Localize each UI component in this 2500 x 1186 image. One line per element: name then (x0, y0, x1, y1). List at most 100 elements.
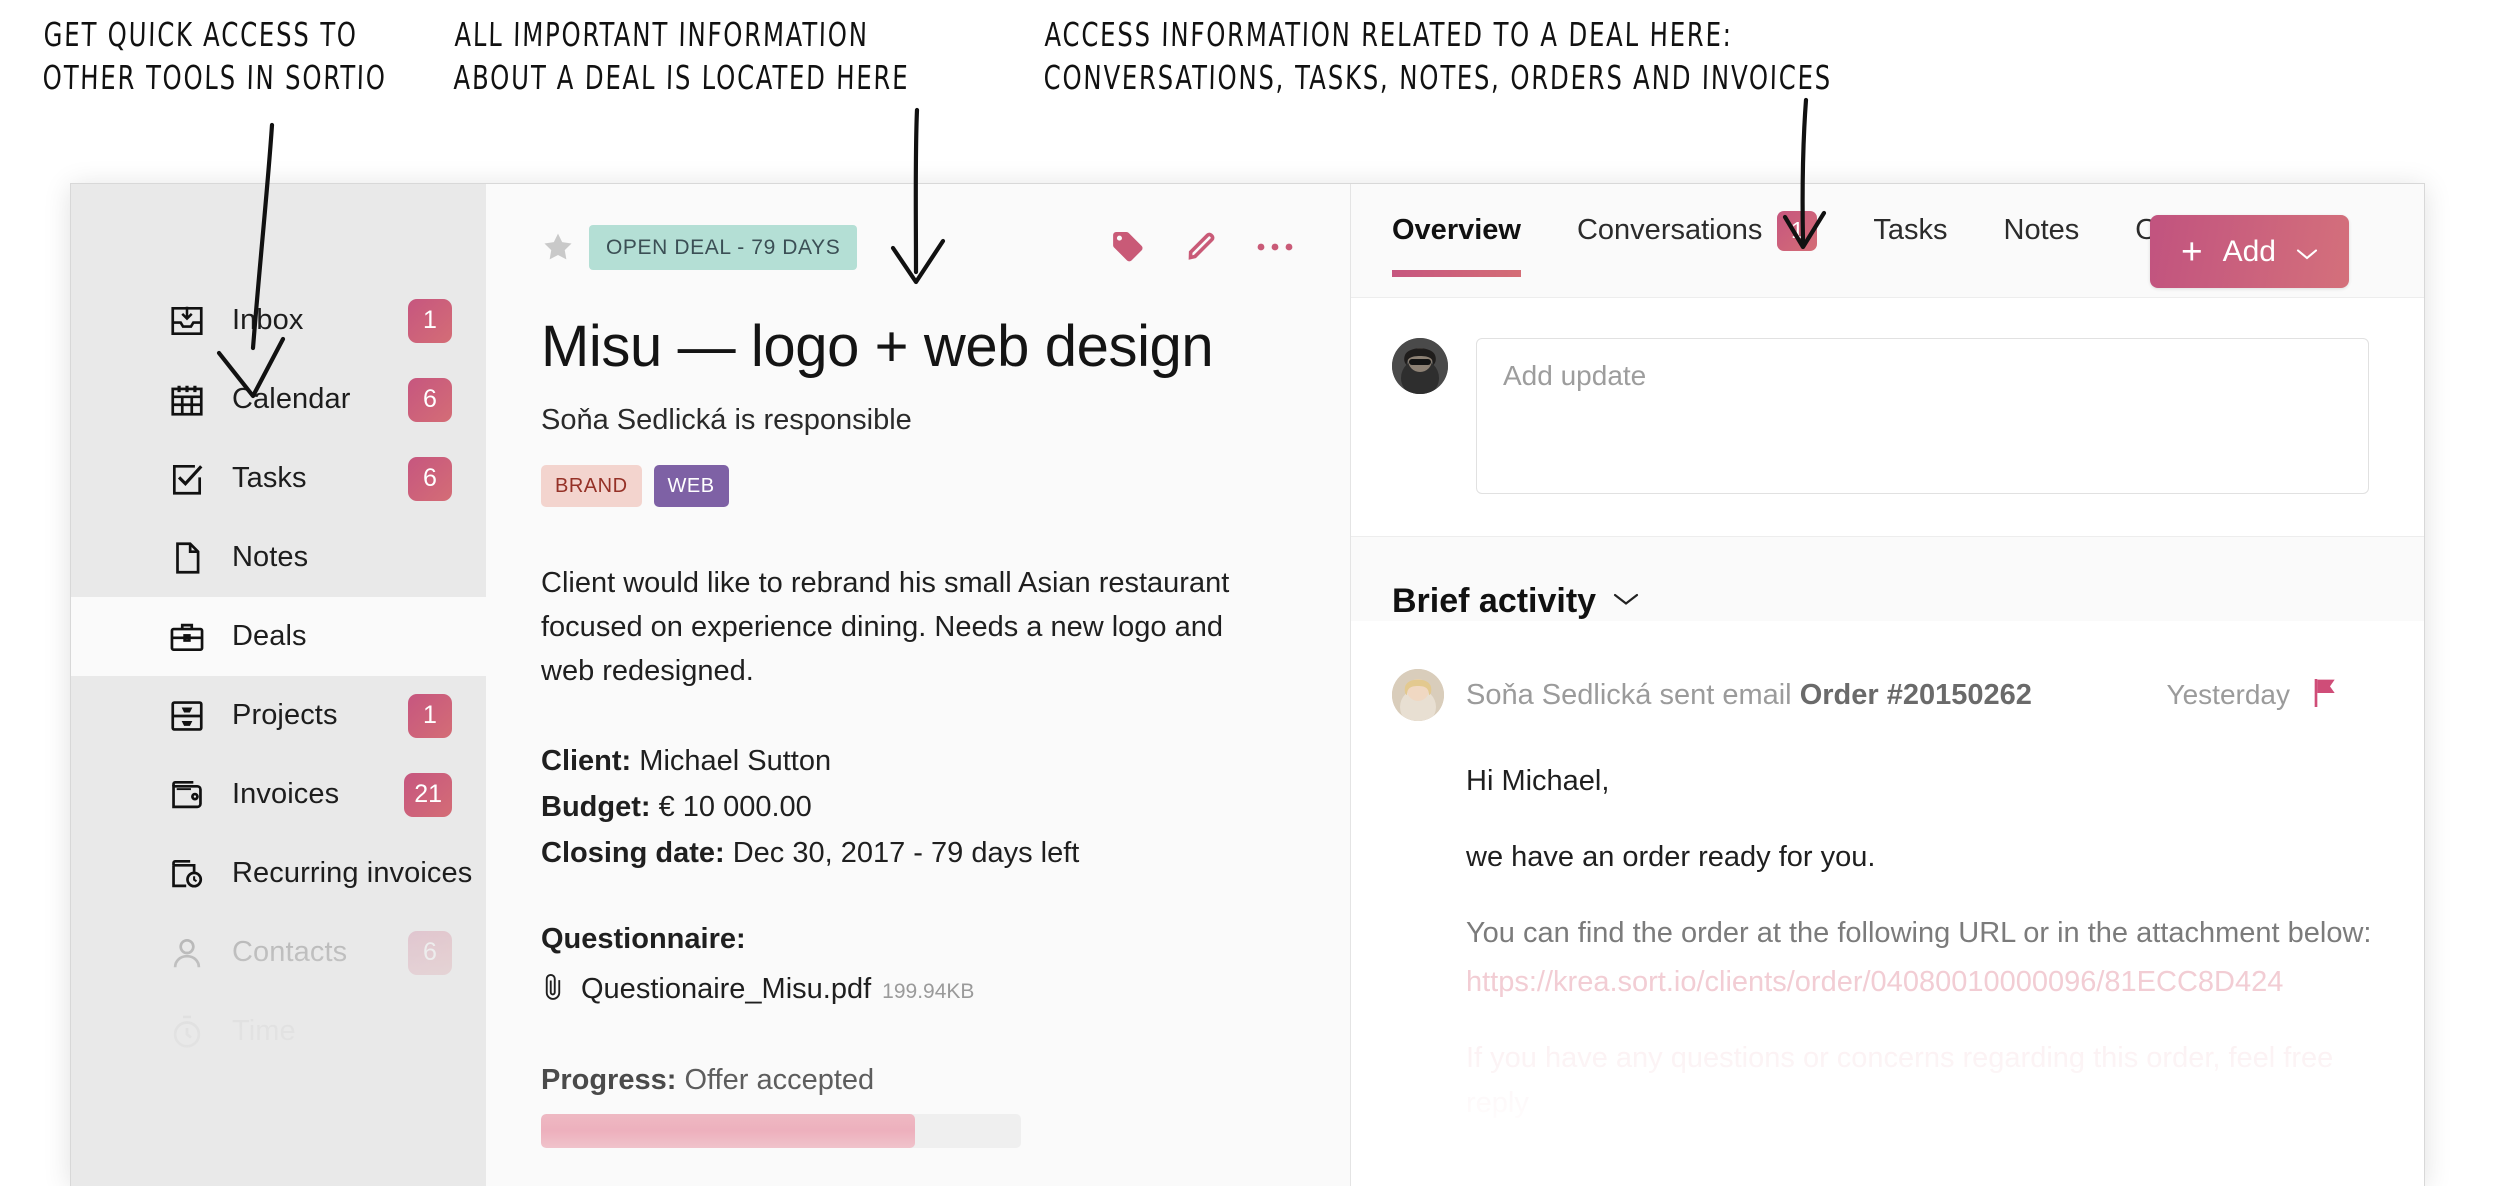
activity-item: Soňa Sedlická sent email Order #20150262… (1351, 621, 2424, 1186)
attachment-size: 199.94KB (882, 979, 975, 1003)
sidebar-list: Inbox 1 Calendar 6 Tasks 6 Notes Deals P… (71, 281, 486, 1071)
tab-label: Overview (1392, 214, 1521, 246)
progress-value: Offer accepted (684, 1063, 875, 1096)
activity-meta: Soňa Sedlická sent email Order #20150262 (1466, 679, 2032, 712)
notes-icon (168, 539, 210, 577)
field-label: Budget: (541, 791, 651, 824)
sidebar-item-label: Projects (232, 699, 338, 731)
tab-label: Conversations (1576, 214, 1763, 246)
sidebar-item-invoices[interactable]: Invoices 21 (71, 755, 486, 834)
sidebar-item-label: Recurring invoices (232, 857, 473, 889)
sidebar-item-tasks[interactable]: Tasks 6 (71, 439, 486, 518)
recurring-invoices-icon (168, 855, 210, 893)
activity-line: Hi Michael, (1466, 765, 1610, 797)
attachment-row[interactable]: Questionaire_Misu.pdf 199.94KB (541, 968, 1295, 1006)
sidebar-item-label: Deals (232, 620, 307, 652)
annotation-sidebar-text: Get quick access to other tools in Sorti… (42, 15, 388, 97)
field-budget: Budget: € 10 000.00 (541, 785, 1295, 831)
field-value: Dec 30, 2017 - 79 days left (732, 836, 1080, 869)
flag-icon[interactable] (2310, 677, 2338, 714)
activity-body: Hi Michael, we have an order ready for y… (1466, 759, 2383, 1126)
activity-author: Soňa Sedlická sent email (1466, 678, 1800, 711)
sidebar-item-calendar[interactable]: Calendar 6 (71, 360, 486, 439)
activity-line: You can find the order at the following … (1466, 916, 2372, 949)
favorite-star-icon[interactable] (541, 230, 575, 264)
sidebar-item-badge: 6 (408, 930, 452, 975)
sidebar-item-notes[interactable]: Notes (71, 518, 486, 597)
chevron-down-icon[interactable] (1613, 591, 1639, 612)
activity-panel: Overview Conversations 1 Tasks Notes Ord… (1351, 184, 2424, 1186)
progress-bar-fill (541, 1113, 916, 1148)
activity-timestamp: Yesterday (2166, 679, 2291, 710)
attachment-name: Questionaire_Misu.pdf (581, 972, 872, 1005)
progress-bar (541, 1113, 1021, 1148)
activity-link[interactable]: https://krea.sort.io/clients/order/04080… (1466, 960, 2383, 1005)
sidebar: Inbox 1 Calendar 6 Tasks 6 Notes Deals P… (71, 184, 486, 1186)
sidebar-item-label: Notes (232, 541, 309, 573)
field-label: Client: (541, 745, 632, 778)
invoices-icon (168, 776, 210, 814)
sidebar-item-inbox[interactable]: Inbox 1 (71, 281, 486, 360)
tab-badge: 1 (1777, 210, 1818, 251)
projects-icon (168, 697, 210, 735)
sidebar-item-label: Inbox (232, 304, 304, 336)
screenshot-root: Inbox 1 Calendar 6 Tasks 6 Notes Deals P… (0, 0, 2500, 1186)
sidebar-item-projects[interactable]: Projects 1 (71, 676, 486, 755)
tab-label: Tasks (1873, 214, 1948, 246)
deal-description: Client would like to rebrand his small A… (541, 567, 1230, 688)
sidebar-item-badge: 6 (408, 456, 452, 501)
activity-feed: Soňa Sedlická sent email Order #20150262… (1351, 621, 2424, 1186)
deal-tags: BRAND WEB (541, 465, 1295, 507)
sidebar-item-badge: 21 (404, 772, 452, 817)
annotation-tabs-text: Access information related to a deal her… (1043, 15, 1833, 97)
avatar (1392, 669, 1444, 721)
activity-line: If you have any questions or concerns re… (1466, 1041, 2334, 1119)
avatar (1392, 338, 1448, 394)
tag-icon[interactable] (1109, 228, 1147, 266)
contacts-icon (168, 934, 210, 972)
activity-right: Yesterday (2167, 677, 2384, 714)
tab-bar: Overview Conversations 1 Tasks Notes Ord… (1351, 184, 2424, 297)
questionnaire-label: Questionnaire: (541, 922, 746, 955)
field-closing-date: Closing date: Dec 30, 2017 - 79 days lef… (541, 831, 1295, 877)
add-update-card (1351, 297, 2424, 537)
sidebar-item-contacts[interactable]: Contacts 6 (71, 913, 486, 992)
activity-line: we have an order ready for you. (1466, 840, 1876, 873)
sidebar-item-deals[interactable]: Deals (71, 597, 486, 676)
sidebar-item-label: Calendar (232, 383, 351, 415)
deal-responsible: Soňa Sedlická is responsible (541, 404, 912, 436)
progress-row: Progress: Offer accepted (541, 1064, 1295, 1097)
tab-notes[interactable]: Notes (2004, 184, 2080, 277)
add-button-label: Add (2222, 234, 2276, 268)
brief-activity-header[interactable]: Brief activity (1351, 537, 2424, 621)
tag-web[interactable]: WEB (653, 465, 729, 507)
time-icon (168, 1013, 210, 1051)
sidebar-item-badge: 1 (408, 298, 452, 343)
more-options-icon[interactable] (1255, 240, 1295, 254)
brief-activity-section: Brief activity (1351, 537, 2424, 621)
edit-pencil-icon[interactable] (1183, 229, 1219, 265)
sidebar-item-recurring-invoices[interactable]: Recurring invoices (71, 834, 486, 913)
field-value: Michael Sutton (639, 745, 832, 778)
deal-fields: Client: Michael Sutton Budget: € 10 000.… (541, 739, 1295, 876)
activity-subject[interactable]: Order #20150262 (1800, 679, 2032, 711)
field-label: Closing date: (541, 836, 725, 869)
sidebar-item-label: Tasks (232, 462, 307, 494)
add-update-input[interactable] (1476, 338, 2369, 494)
tag-brand[interactable]: BRAND (541, 465, 642, 507)
tab-label: Notes (2003, 214, 2080, 246)
annotation-deal-text: All important information about a deal i… (453, 15, 910, 97)
paperclip-icon (541, 972, 567, 1007)
calendar-icon (168, 381, 210, 419)
deal-actions (1109, 228, 1295, 266)
activity-header: Soňa Sedlická sent email Order #20150262… (1392, 669, 2383, 721)
field-client: Client: Michael Sutton (541, 739, 1295, 785)
tab-overview[interactable]: Overview (1392, 184, 1521, 277)
sidebar-item-badge: 1 (408, 693, 452, 738)
tab-tasks[interactable]: Tasks (1873, 184, 1947, 277)
tab-conversations[interactable]: Conversations 1 (1576, 184, 1818, 277)
page-title: Misu — logo + web design (541, 314, 1214, 379)
app-window: Inbox 1 Calendar 6 Tasks 6 Notes Deals P… (70, 183, 2425, 1186)
sidebar-item-time[interactable]: Time (71, 992, 486, 1071)
add-button[interactable]: + Add (2150, 215, 2349, 288)
